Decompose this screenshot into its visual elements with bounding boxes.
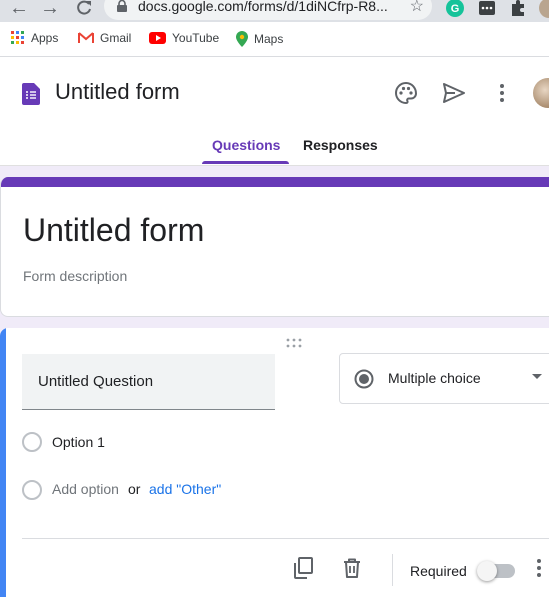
footer-separator: [392, 554, 393, 586]
or-text: or: [128, 481, 141, 497]
question-card[interactable]: Untitled Question Multiple choice Option…: [0, 328, 549, 597]
bookmark-label: Maps: [254, 32, 284, 46]
footer-divider: [22, 538, 549, 539]
duplicate-icon[interactable]: [291, 556, 315, 580]
add-option-input[interactable]: Add option: [52, 481, 119, 497]
tab-questions[interactable]: Questions: [212, 137, 280, 153]
lock-icon: [117, 0, 127, 12]
question-type-dropdown[interactable]: Multiple choice: [339, 353, 549, 404]
gmail-icon: [78, 32, 94, 43]
delete-trash-icon[interactable]: [340, 556, 364, 580]
add-other-link[interactable]: add "Other": [149, 481, 221, 497]
question-title-input[interactable]: Untitled Question: [22, 354, 275, 410]
svg-text:G: G: [451, 3, 460, 15]
maps-pin-icon: [236, 31, 248, 47]
question-type-label: Multiple choice: [388, 370, 481, 386]
youtube-icon: [149, 32, 166, 44]
reload-icon[interactable]: [72, 0, 96, 19]
forward-arrow-icon[interactable]: →: [38, 0, 62, 19]
bookmark-apps[interactable]: Apps: [11, 31, 58, 45]
form-description-input[interactable]: Form description: [23, 268, 127, 284]
option-radio-icon: [22, 432, 42, 452]
forms-doc-icon[interactable]: [22, 83, 40, 105]
tab-responses[interactable]: Responses: [303, 137, 378, 153]
title-card-accent-bar: [1, 177, 549, 187]
option-1-input[interactable]: Option 1: [52, 434, 105, 450]
palette-icon[interactable]: [394, 81, 418, 105]
radio-button-icon: [354, 369, 374, 389]
form-title-card: Untitled form Form description: [0, 177, 549, 317]
address-bar[interactable]: docs.google.com/forms/d/1diNCfrp-R8... ☆: [104, 0, 432, 20]
focus-indicator-bar: [0, 328, 6, 597]
bookmark-youtube[interactable]: YouTube: [149, 31, 219, 45]
more-vert-icon[interactable]: [490, 81, 514, 105]
required-toggle-knob[interactable]: [477, 561, 497, 581]
drag-handle-icon[interactable]: [286, 338, 302, 348]
required-label: Required: [410, 563, 467, 579]
question-more-vert-icon[interactable]: [527, 556, 549, 580]
url-text: docs.google.com/forms/d/1diNCfrp-R8...: [138, 0, 388, 14]
puzzle-extensions-icon[interactable]: [509, 0, 527, 17]
bookmark-label: Gmail: [100, 31, 132, 45]
bookmark-label: Apps: [31, 31, 59, 45]
bookmark-maps[interactable]: Maps: [236, 31, 283, 47]
question-title-text: Untitled Question: [38, 373, 154, 390]
bookmark-label: YouTube: [172, 31, 220, 45]
form-title-header[interactable]: Untitled form: [55, 79, 180, 105]
chevron-down-icon: [532, 374, 542, 379]
send-icon[interactable]: [442, 81, 466, 105]
bookmark-star-icon[interactable]: ☆: [410, 0, 424, 16]
option-radio-icon: [22, 480, 42, 500]
extension-icon[interactable]: [478, 0, 496, 17]
active-tab-indicator: [202, 161, 289, 164]
apps-grid-icon: [11, 31, 24, 44]
back-arrow-icon[interactable]: ←: [7, 0, 31, 19]
bookmark-gmail[interactable]: Gmail: [78, 31, 131, 45]
form-title-input[interactable]: Untitled form: [23, 212, 204, 249]
grammarly-icon[interactable]: G: [446, 0, 464, 17]
